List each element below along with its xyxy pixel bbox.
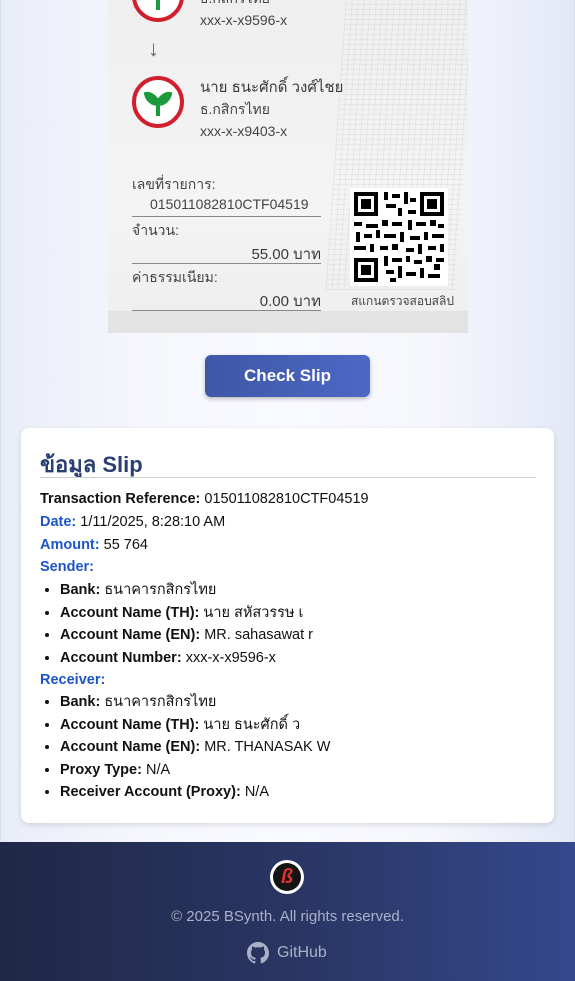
receiver-account-text: xxx-x-x9403-x (200, 123, 288, 139)
date-row: Date: 1/11/2025, 8:28:10 AM (40, 514, 226, 530)
sender-account-text: xxx-x-x9596-x (200, 12, 288, 28)
copyright-text: © 2025 BSynth. All rights reserved. (171, 908, 404, 925)
list-item: Account Number: xxx-x-x9596-x (60, 647, 313, 670)
divider (40, 477, 536, 478)
github-link[interactable]: GitHub (247, 942, 327, 964)
sender-heading: Sender: (40, 559, 94, 575)
list-item: Bank: ธนาคารกสิกรไทย (60, 691, 330, 714)
fee-label: ค่าธรรมเนียม: (132, 269, 218, 285)
sender-list: Bank: ธนาคารกสิกรไทย Account Name (TH): … (40, 579, 313, 669)
list-item: Bank: ธนาคารกสิกรไทย (60, 579, 313, 602)
receiver-heading: Receiver: (40, 672, 106, 688)
receiver-list: Bank: ธนาคารกสิกรไทย Account Name (TH): … (40, 691, 330, 804)
slip-image: ธ.กสิกรไทย xxx-x-x9596-x ↓ นาย ธนะศักดิ์… (108, 0, 468, 333)
list-item: Receiver Account (Proxy): N/A (60, 781, 330, 804)
ref-value: 015011082810CTF04519 (150, 196, 309, 212)
qr-label: สแกนตรวจสอบสลิป (351, 294, 454, 308)
list-item: Account Name (TH): นาย ธนะศักดิ์ ว (60, 714, 330, 737)
receiver-bank-text: ธ.กสิกรไทย (200, 101, 270, 117)
kbank-logo-icon (132, 0, 184, 22)
sender-bank-text: ธ.กสิกรไทย (200, 0, 270, 10)
list-item: Proxy Type: N/A (60, 759, 330, 782)
list-item: Account Name (TH): นาย สหัสวรรษ เ (60, 602, 313, 625)
ref-label: เลขที่รายการ: (132, 176, 216, 192)
transaction-reference-row: Transaction Reference: 015011082810CTF04… (40, 491, 369, 507)
footer: ß © 2025 BSynth. All rights reserved. Gi… (0, 842, 575, 981)
slip-info-card: ข้อมูล Slip Transaction Reference: 01501… (21, 428, 554, 823)
page-border-left (0, 0, 1, 841)
list-item: Account Name (EN): MR. THANASAK W (60, 736, 330, 759)
amount-row: Amount: 55 764 (40, 537, 148, 553)
check-slip-button[interactable]: Check Slip (205, 355, 370, 397)
arrow-down-icon: ↓ (148, 36, 159, 61)
github-icon (247, 942, 269, 964)
qr-code-icon (350, 188, 448, 286)
bsynth-logo-icon: ß (270, 860, 304, 894)
amount-label: จำนวน: (132, 222, 179, 238)
kbank-logo-icon (132, 76, 184, 128)
receiver-name-text: นาย ธนะศักดิ์ วงศ์ไชย (200, 79, 344, 96)
list-item: Account Name (EN): MR. sahasawat r (60, 624, 313, 647)
